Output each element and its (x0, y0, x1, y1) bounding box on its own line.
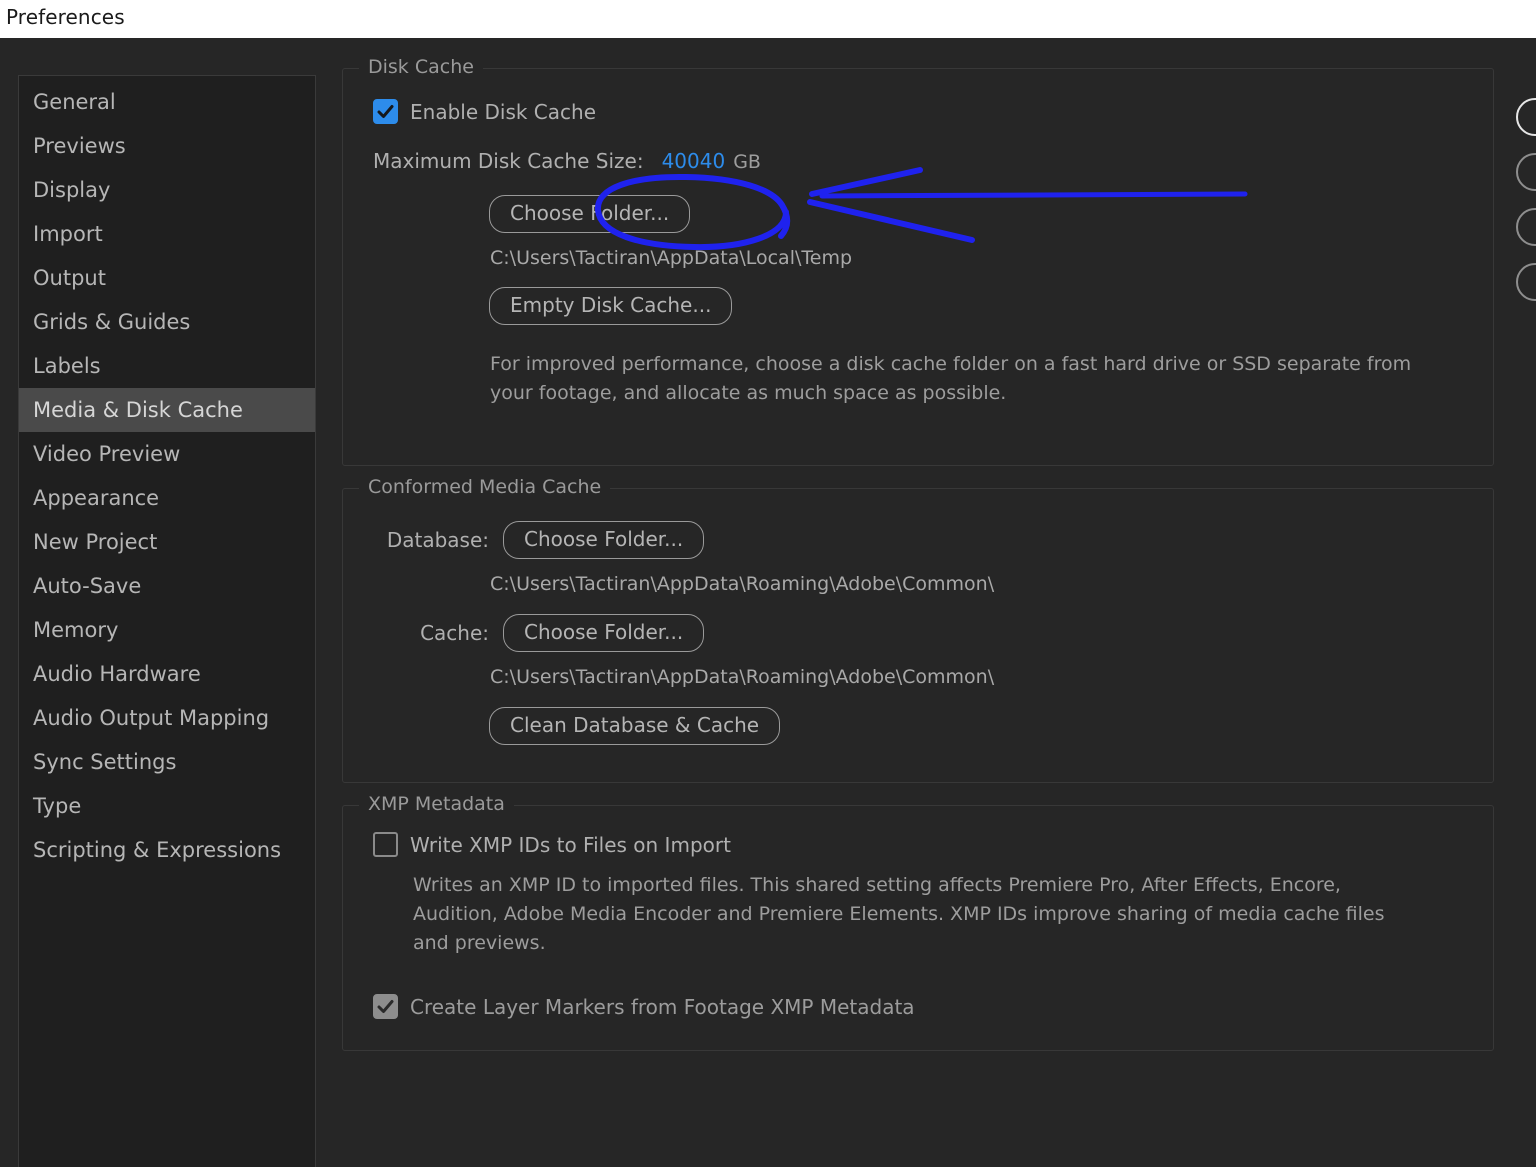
clean-database-and-cache-button[interactable]: Clean Database & Cache (489, 707, 781, 745)
cache-path: C:\Users\Tactiran\AppData\Roaming\Adobe\… (490, 666, 995, 688)
sidebar-item-audio-hardware[interactable]: Audio Hardware (19, 652, 315, 696)
previous-button[interactable] (1516, 208, 1536, 246)
create-layer-markers-row[interactable]: Create Layer Markers from Footage XMP Me… (373, 994, 1493, 1019)
database-label: Database: (386, 528, 489, 552)
maximum-disk-cache-size-input[interactable]: 40040 (662, 149, 726, 173)
database-row: Database: Choose Folder... (343, 521, 1493, 559)
disk-cache-choose-folder-button[interactable]: Choose Folder... (489, 195, 691, 233)
sidebar-item-video-preview[interactable]: Video Preview (19, 432, 315, 476)
write-xmp-ids-help-text: Writes an XMP ID to imported files. This… (413, 874, 1385, 954)
sidebar-item-scripting-and-expressions[interactable]: Scripting & Expressions (19, 828, 315, 872)
ok-button[interactable] (1516, 98, 1536, 136)
sidebar-item-type[interactable]: Type (19, 784, 315, 828)
disk-cache-group: Disk Cache Enable Disk Cache Maximum Dis… (342, 56, 1494, 466)
sidebar-item-appearance[interactable]: Appearance (19, 476, 315, 520)
sidebar-item-display[interactable]: Display (19, 168, 315, 212)
sidebar-item-import[interactable]: Import (19, 212, 315, 256)
enable-disk-cache-label: Enable Disk Cache (410, 99, 596, 124)
disk-cache-legend: Disk Cache (359, 56, 483, 78)
cache-label: Cache: (420, 621, 489, 645)
xmp-metadata-group: XMP Metadata Write XMP IDs to Files on I… (342, 793, 1494, 1051)
maximum-disk-cache-size-row: Maximum Disk Cache Size: 40040 GB (373, 149, 1493, 173)
preferences-dialog-body: General Previews Display Import Output G… (0, 38, 1536, 1167)
create-layer-markers-label: Create Layer Markers from Footage XMP Me… (410, 994, 915, 1019)
write-xmp-ids-checkbox[interactable] (373, 832, 398, 857)
sidebar-item-general[interactable]: General (19, 80, 315, 124)
sidebar-item-grids-and-guides[interactable]: Grids & Guides (19, 300, 315, 344)
sidebar-item-auto-save[interactable]: Auto-Save (19, 564, 315, 608)
disk-cache-folder-path: C:\Users\Tactiran\AppData\Local\Temp (490, 247, 853, 269)
window-title: Preferences (6, 5, 125, 29)
sidebar-item-previews[interactable]: Previews (19, 124, 315, 168)
preferences-content-panel: Disk Cache Enable Disk Cache Maximum Dis… (342, 56, 1494, 1051)
maximum-disk-cache-size-label: Maximum Disk Cache Size: (373, 149, 644, 173)
conformed-media-cache-legend: Conformed Media Cache (359, 476, 611, 498)
sidebar-item-labels[interactable]: Labels (19, 344, 315, 388)
dialog-action-buttons[interactable] (1516, 98, 1536, 318)
preferences-category-sidebar[interactable]: General Previews Display Import Output G… (18, 75, 316, 1167)
conformed-media-cache-group: Conformed Media Cache Database: Choose F… (342, 476, 1494, 783)
checkmark-icon (377, 105, 394, 118)
sidebar-item-audio-output-mapping[interactable]: Audio Output Mapping (19, 696, 315, 740)
sidebar-item-new-project[interactable]: New Project (19, 520, 315, 564)
enable-disk-cache-checkbox[interactable] (373, 99, 398, 124)
sidebar-item-media-and-disk-cache[interactable]: Media & Disk Cache (19, 388, 315, 432)
disk-cache-help-text: For improved performance, choose a disk … (490, 353, 1412, 404)
database-choose-folder-button[interactable]: Choose Folder... (503, 521, 705, 559)
empty-disk-cache-button[interactable]: Empty Disk Cache... (489, 287, 733, 325)
xmp-metadata-legend: XMP Metadata (359, 793, 514, 815)
write-xmp-ids-label: Write XMP IDs to Files on Import (410, 832, 731, 857)
write-xmp-ids-row[interactable]: Write XMP IDs to Files on Import (373, 832, 1493, 857)
sidebar-item-sync-settings[interactable]: Sync Settings (19, 740, 315, 784)
checkmark-icon (377, 1000, 394, 1013)
sidebar-item-memory[interactable]: Memory (19, 608, 315, 652)
enable-disk-cache-row[interactable]: Enable Disk Cache (373, 99, 1493, 124)
cache-choose-folder-button[interactable]: Choose Folder... (503, 614, 705, 652)
window-title-bar: Preferences (0, 0, 1536, 38)
create-layer-markers-checkbox[interactable] (373, 994, 398, 1019)
maximum-disk-cache-size-unit: GB (733, 151, 761, 173)
cache-row: Cache: Choose Folder... (343, 614, 1493, 652)
database-path: C:\Users\Tactiran\AppData\Roaming\Adobe\… (490, 573, 995, 595)
next-button[interactable] (1516, 263, 1536, 301)
sidebar-item-output[interactable]: Output (19, 256, 315, 300)
cancel-button[interactable] (1516, 153, 1536, 191)
